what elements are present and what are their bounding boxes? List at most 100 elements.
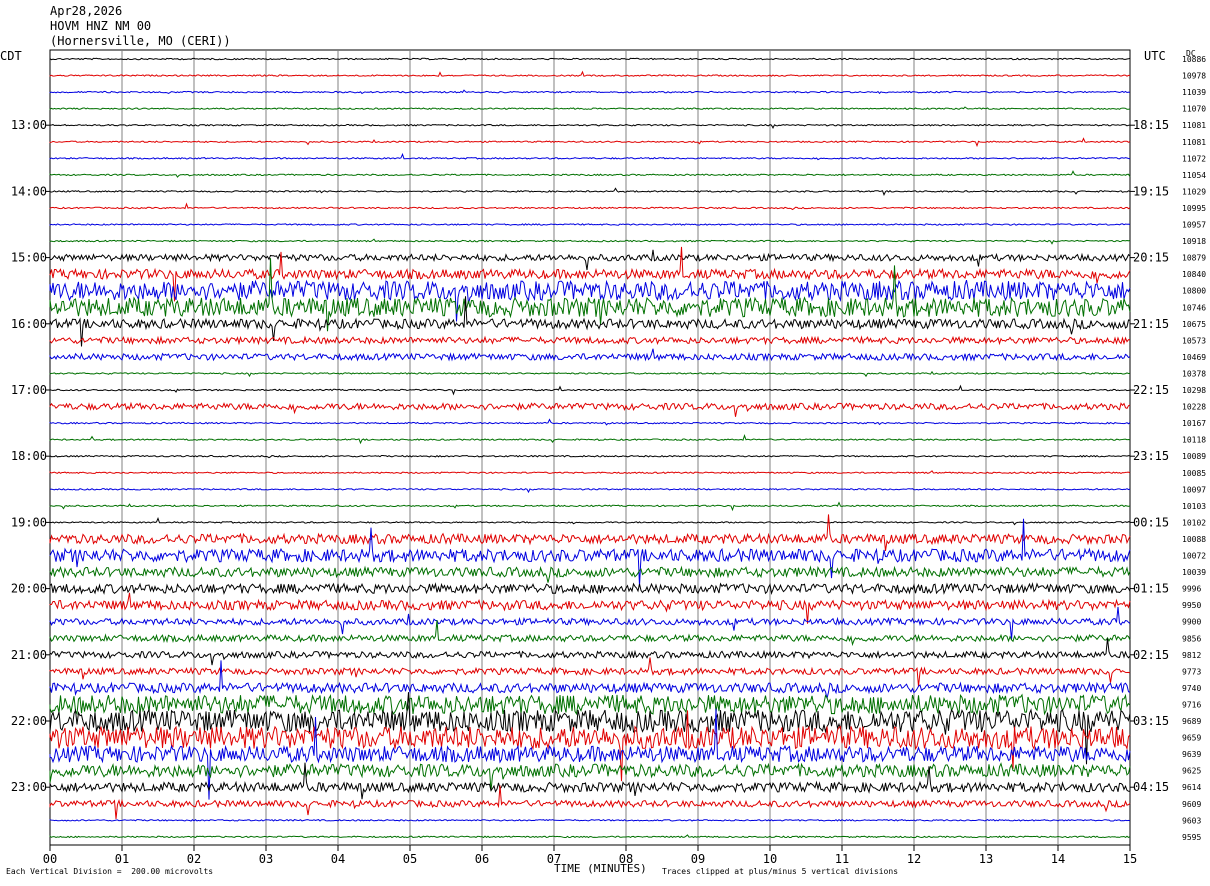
right-hour-label-1: 18:15: [1133, 118, 1169, 132]
dc-offset-label-7: 11072: [1182, 154, 1206, 163]
trace-line-35: [49, 606, 1131, 640]
left-hour-label-6: 18:00: [11, 449, 47, 463]
trace-line-21: [49, 384, 1131, 396]
left-hour-label-3: 15:00: [11, 251, 47, 265]
x-axis-label: TIME (MINUTES): [554, 862, 647, 875]
dc-offset-label-30: 10088: [1182, 535, 1206, 544]
trace-line-4: [49, 106, 1131, 111]
dc-offset-label-41: 9689: [1182, 717, 1201, 726]
trace-line-2: [49, 70, 1130, 77]
dc-offset-label-4: 11070: [1182, 105, 1206, 114]
dc-offset-label-43: 9639: [1182, 750, 1201, 759]
dc-offset-label-44: 9625: [1182, 767, 1201, 776]
trace-line-3: [49, 89, 1131, 95]
dc-offset-label-19: 10469: [1182, 353, 1206, 362]
dc-offset-label-29: 10102: [1182, 518, 1206, 527]
right-hour-label-4: 21:15: [1133, 317, 1169, 331]
trace-line-11: [49, 223, 1131, 226]
dc-offset-label-10: 10995: [1182, 204, 1206, 213]
dc-offset-label-48: 9595: [1182, 833, 1201, 842]
dc-offset-label-24: 10118: [1182, 436, 1206, 445]
x-tick-label-04: 04: [331, 852, 345, 866]
dc-offset-label-20: 10378: [1182, 369, 1206, 378]
trace-line-37: [49, 638, 1131, 666]
dc-offset-label-25: 10089: [1182, 452, 1206, 461]
left-hour-label-5: 17:00: [11, 383, 47, 397]
trace-line-42: [49, 710, 1131, 782]
dc-offset-label-31: 10072: [1182, 552, 1206, 561]
scale-note: Each Vertical Division = 200.00 microvol…: [6, 867, 214, 876]
trace-line-47: [49, 818, 1131, 822]
trace-line-24: [49, 434, 1131, 445]
dc-offset-label-13: 10879: [1182, 254, 1206, 263]
left-hour-label-4: 16:00: [11, 317, 47, 331]
left-hour-label-8: 20:00: [11, 582, 47, 596]
seismogram-plot: 00 01 02 03 04 05 06 07 08 09 10 11 12 13 14 1510886109…: [11, 49, 1206, 866]
x-tick-label-09: 09: [691, 852, 705, 866]
x-tick-label-12: 12: [907, 852, 921, 866]
trace-line-33: [49, 581, 1131, 596]
dc-offset-label-12: 10918: [1182, 237, 1206, 246]
x-tick-label-06: 06: [475, 852, 489, 866]
dc-offset-label-8: 11054: [1182, 171, 1206, 180]
dc-offset-label-23: 10167: [1182, 419, 1206, 428]
dc-offset-label-33: 9996: [1182, 585, 1201, 594]
trace-line-6: [49, 137, 1131, 148]
dc-offset-label-17: 10675: [1182, 320, 1206, 329]
trace-line-19: [49, 348, 1131, 362]
x-tick-label-14: 14: [1051, 852, 1065, 866]
dc-offset-label-14: 10840: [1182, 270, 1206, 279]
x-tick-label-15: 15: [1123, 852, 1137, 866]
dc-offset-label-11: 10957: [1182, 221, 1206, 230]
dc-offset-label-1: 10886: [1182, 55, 1206, 64]
trace-line-34: [49, 592, 1131, 624]
trace-line-5: [49, 123, 1131, 129]
dc-offset-label-26: 10085: [1182, 469, 1206, 478]
right-hour-label-3: 20:15: [1133, 251, 1169, 265]
dc-offset-label-9: 11029: [1182, 187, 1206, 196]
left-hour-label-9: 21:00: [11, 648, 47, 662]
dc-offset-label-40: 9716: [1182, 700, 1201, 709]
x-tick-label-00: 00: [43, 852, 57, 866]
trace-line-27: [49, 487, 1131, 494]
dc-offset-label-15: 10800: [1182, 287, 1206, 296]
left-hour-label-2: 14:00: [11, 184, 47, 198]
trace-line-12: [49, 238, 1131, 245]
right-hour-label-8: 01:15: [1133, 582, 1169, 596]
plot-frame: [49, 49, 1131, 846]
x-tick-label-10: 10: [763, 852, 777, 866]
dc-offset-label-6: 11081: [1182, 138, 1206, 147]
trace-line-1: [49, 57, 1131, 61]
trace-line-7: [49, 152, 1131, 161]
trace-line-36: [49, 620, 1131, 647]
x-tick-label-13: 13: [979, 852, 993, 866]
trace-line-32: [49, 565, 1131, 583]
trace-line-9: [49, 187, 1131, 196]
right-hour-label-7: 00:15: [1133, 515, 1169, 529]
trace-line-29: [49, 516, 1131, 526]
right-hour-label-6: 23:15: [1133, 449, 1169, 463]
trace-line-23: [49, 418, 1131, 426]
x-tick-label-02: 02: [187, 852, 201, 866]
right-hour-label-5: 22:15: [1133, 383, 1169, 397]
x-tick-label-01: 01: [115, 852, 129, 866]
trace-line-25: [49, 454, 1131, 459]
trace-line-8: [49, 170, 1131, 178]
dc-offset-label-35: 9900: [1182, 618, 1201, 627]
trace-line-20: [49, 370, 1131, 378]
trace-line-16: [49, 258, 1131, 332]
dc-offset-label-22: 10228: [1182, 403, 1206, 412]
right-hour-label-11: 04:15: [1133, 780, 1169, 794]
trace-line-48: [49, 834, 1131, 839]
dc-offset-label-47: 9603: [1182, 816, 1201, 825]
dc-offset-label-37: 9812: [1182, 651, 1201, 660]
dc-offset-label-5: 11081: [1182, 121, 1206, 130]
left-hour-label-7: 19:00: [11, 515, 47, 529]
x-tick-label-11: 11: [835, 852, 849, 866]
dc-offset-label-38: 9773: [1182, 667, 1201, 676]
dc-offset-label-36: 9856: [1182, 634, 1201, 643]
dc-offset-label-28: 10103: [1182, 502, 1206, 511]
dc-offset-label-27: 10097: [1182, 485, 1206, 494]
right-hour-label-9: 02:15: [1133, 648, 1169, 662]
dc-offset-label-16: 10746: [1182, 303, 1206, 312]
